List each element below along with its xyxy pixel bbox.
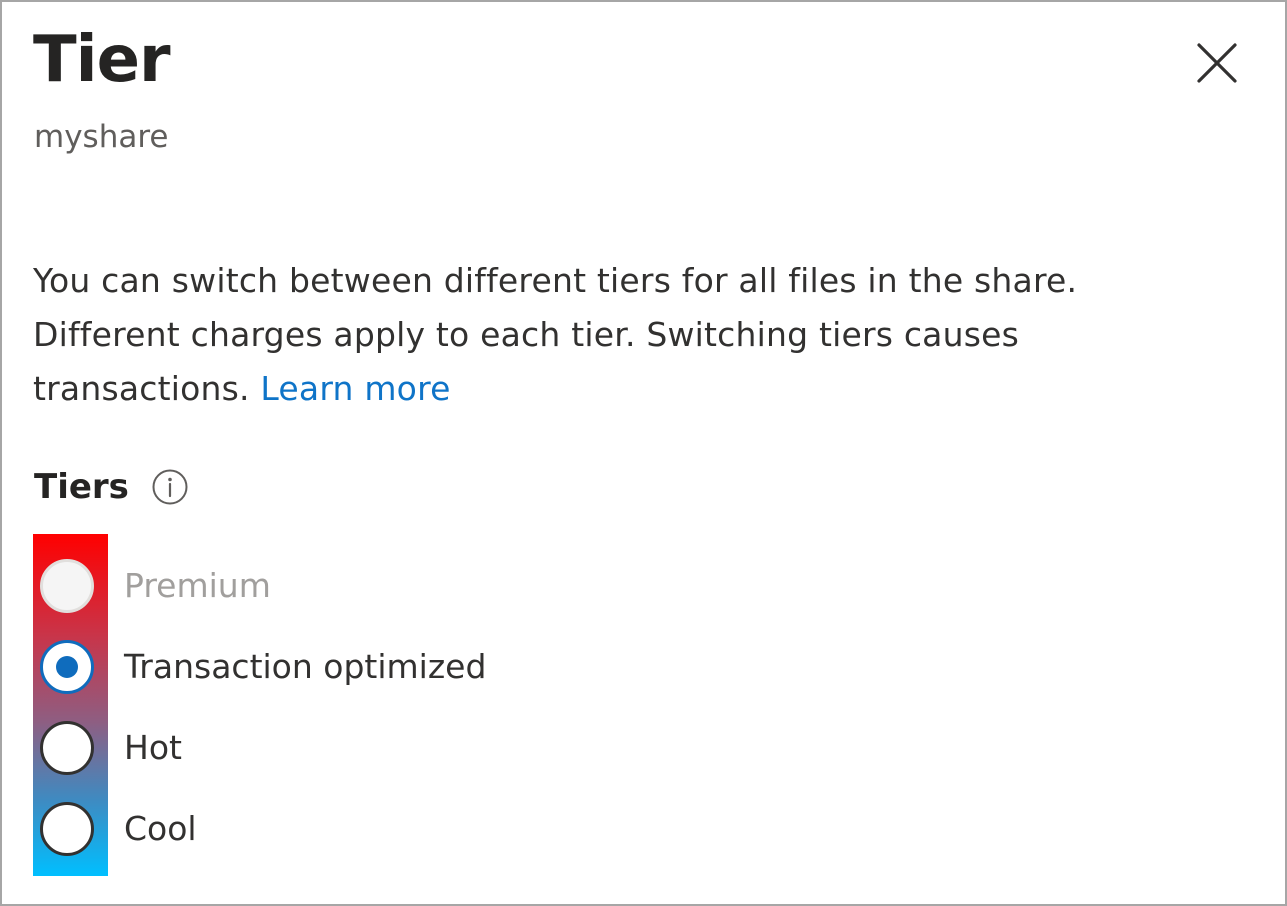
info-button[interactable] [151, 468, 189, 506]
tier-option-premium[interactable]: Premium [40, 556, 271, 616]
page-title: Tier [33, 23, 171, 97]
radio-cool[interactable] [40, 802, 94, 856]
tier-option-cool[interactable]: Cool [40, 799, 197, 859]
tier-option-hot[interactable]: Hot [40, 718, 182, 778]
radio-label-hot: Hot [124, 728, 182, 767]
tier-option-transaction-optimized[interactable]: Transaction optimized [40, 637, 486, 697]
learn-more-link[interactable]: Learn more [260, 369, 450, 408]
radio-hot[interactable] [40, 721, 94, 775]
info-icon [152, 469, 188, 505]
close-icon [1197, 43, 1237, 83]
tier-description: You can switch between different tiers f… [33, 254, 1233, 416]
tier-panel: Tier myshare You can switch between diff… [0, 0, 1287, 906]
radio-premium[interactable] [40, 559, 94, 613]
radio-label-transaction-optimized: Transaction optimized [124, 647, 487, 686]
radio-label-premium: Premium [124, 566, 271, 605]
page-subtitle: myshare [34, 119, 169, 155]
radio-transaction-optimized[interactable] [40, 640, 94, 694]
close-button[interactable] [1190, 36, 1244, 90]
tiers-label: Tiers [34, 467, 129, 507]
radio-label-cool: Cool [124, 809, 197, 848]
description-text: You can switch between different tiers f… [33, 261, 1078, 408]
